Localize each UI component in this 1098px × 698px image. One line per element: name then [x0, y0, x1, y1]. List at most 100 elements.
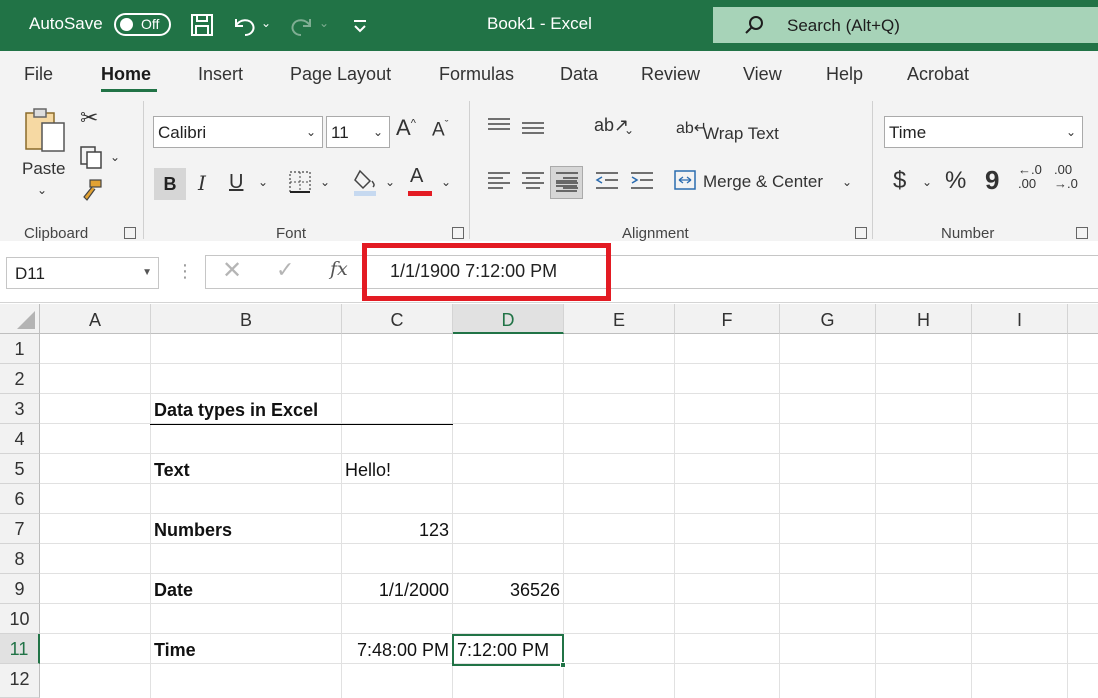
save-icon[interactable] [188, 11, 216, 39]
comma-style-icon[interactable]: 9 [985, 165, 999, 196]
select-all-button[interactable] [0, 304, 40, 334]
column-header-d[interactable]: D [453, 304, 564, 334]
borders-dropdown-icon[interactable]: ⌄ [320, 175, 330, 189]
copy-icon[interactable] [78, 144, 104, 170]
increase-indent-icon[interactable] [628, 168, 656, 194]
tab-data[interactable]: Data [560, 64, 598, 85]
row-header-6[interactable]: 6 [0, 484, 40, 514]
undo-dropdown-icon[interactable]: ⌄ [261, 16, 271, 30]
format-painter-icon[interactable] [78, 177, 104, 203]
currency-dropdown-icon[interactable]: ⌄ [922, 175, 932, 189]
italic-button[interactable]: I [198, 171, 206, 195]
cell-b11[interactable]: Time [154, 635, 196, 665]
column-header-c[interactable]: C [342, 304, 453, 334]
fill-handle[interactable] [560, 662, 566, 668]
copy-dropdown-icon[interactable]: ⌄ [110, 150, 120, 164]
font-color-icon[interactable]: A [410, 165, 423, 188]
tab-view[interactable]: View [743, 64, 782, 85]
row-header-4[interactable]: 4 [0, 424, 40, 454]
column-header-f[interactable]: F [675, 304, 780, 334]
row-header-9[interactable]: 9 [0, 574, 40, 604]
column-header-partial[interactable] [1068, 304, 1098, 334]
column-header-a[interactable]: A [40, 304, 151, 334]
search-box[interactable]: Search (Alt+Q) [713, 7, 1098, 43]
column-header-i[interactable]: I [972, 304, 1068, 334]
redo-icon[interactable] [288, 11, 316, 39]
row-header-1[interactable]: 1 [0, 334, 40, 364]
tab-file[interactable]: File [24, 64, 53, 85]
cell-c5[interactable]: Hello! [345, 455, 391, 485]
number-format-combo[interactable]: Time ⌄ [884, 116, 1083, 148]
percent-icon[interactable]: % [945, 167, 966, 195]
align-top-icon[interactable] [485, 115, 513, 141]
formula-bar-grip-icon[interactable]: ⋮ [176, 261, 194, 282]
enter-icon[interactable]: ✓ [276, 257, 294, 283]
row-header-12[interactable]: 12 [0, 664, 40, 698]
fill-color-icon[interactable] [352, 167, 380, 197]
cell-c9[interactable]: 1/1/2000 [342, 575, 449, 605]
row-header-7[interactable]: 7 [0, 514, 40, 544]
align-right-icon[interactable] [553, 168, 581, 194]
font-size-combo[interactable]: 11 ⌄ [326, 116, 390, 148]
wrap-text-label[interactable]: Wrap Text [703, 124, 779, 144]
row-header-5[interactable]: 5 [0, 454, 40, 484]
cell-b5[interactable]: Text [154, 455, 190, 485]
row-header-10[interactable]: 10 [0, 604, 40, 634]
row-header-11[interactable]: 11 [0, 634, 40, 664]
tab-insert[interactable]: Insert [198, 64, 243, 85]
bold-button[interactable]: B [154, 168, 186, 200]
cut-icon[interactable]: ✂ [80, 105, 98, 131]
column-header-h[interactable]: H [876, 304, 972, 334]
tab-acrobat[interactable]: Acrobat [907, 64, 969, 85]
borders-icon[interactable] [287, 169, 313, 195]
increase-decimal-icon[interactable]: ←.0.00 [1018, 163, 1042, 191]
tab-page-layout[interactable]: Page Layout [290, 64, 391, 85]
cell-c7[interactable]: 123 [342, 515, 449, 545]
orientation-dropdown-icon[interactable]: ⌄ [624, 123, 634, 137]
fill-color-dropdown-icon[interactable]: ⌄ [385, 175, 395, 189]
align-left-icon[interactable] [485, 168, 513, 194]
number-launcher-icon[interactable] [1076, 227, 1088, 239]
clipboard-launcher-icon[interactable] [124, 227, 136, 239]
customize-toolbar-icon[interactable] [346, 11, 374, 39]
font-launcher-icon[interactable] [452, 227, 464, 239]
align-center-icon[interactable] [519, 168, 547, 194]
underline-dropdown-icon[interactable]: ⌄ [258, 175, 268, 189]
cell-b9[interactable]: Date [154, 575, 193, 605]
decrease-decimal-icon[interactable]: .00 →.0 [1054, 163, 1078, 191]
cell-b3[interactable]: Data types in Excel [154, 395, 318, 425]
cell-c11[interactable]: 7:48:00 PM [342, 635, 449, 665]
row-header-3[interactable]: 3 [0, 394, 40, 424]
paste-label[interactable]: Paste [22, 159, 65, 179]
column-header-e[interactable]: E [564, 304, 675, 334]
tab-help[interactable]: Help [826, 64, 863, 85]
insert-function-icon[interactable]: fx [330, 258, 348, 280]
row-header-8[interactable]: 8 [0, 544, 40, 574]
align-middle-icon[interactable] [519, 115, 547, 141]
name-box[interactable]: D11 ▼ [6, 257, 159, 289]
decrease-font-size-icon[interactable]: Aˇ [432, 119, 448, 141]
tab-review[interactable]: Review [641, 64, 700, 85]
cell-d9[interactable]: 36526 [453, 575, 560, 605]
cell-b7[interactable]: Numbers [154, 515, 232, 545]
autosave-toggle[interactable]: Off [114, 13, 171, 36]
paste-dropdown-icon[interactable]: ⌄ [37, 183, 47, 197]
tab-formulas[interactable]: Formulas [439, 64, 514, 85]
row-header-2[interactable]: 2 [0, 364, 40, 394]
undo-icon[interactable] [230, 11, 258, 39]
paste-icon[interactable] [22, 105, 68, 155]
merge-dropdown-icon[interactable]: ⌄ [842, 175, 852, 189]
column-header-b[interactable]: B [151, 304, 342, 334]
decrease-indent-icon[interactable] [593, 168, 621, 194]
column-header-g[interactable]: G [780, 304, 876, 334]
font-color-dropdown-icon[interactable]: ⌄ [441, 175, 451, 189]
merge-center-icon[interactable] [673, 168, 697, 192]
font-name-combo[interactable]: Calibri ⌄ [153, 116, 323, 148]
cancel-icon[interactable]: ✕ [222, 256, 242, 285]
increase-font-size-icon[interactable]: A^ [396, 115, 416, 141]
underline-button[interactable]: U [229, 171, 243, 194]
currency-icon[interactable]: $ [893, 167, 906, 195]
tab-home[interactable]: Home [101, 64, 151, 85]
merge-center-label[interactable]: Merge & Center [703, 172, 823, 192]
alignment-launcher-icon[interactable] [855, 227, 867, 239]
